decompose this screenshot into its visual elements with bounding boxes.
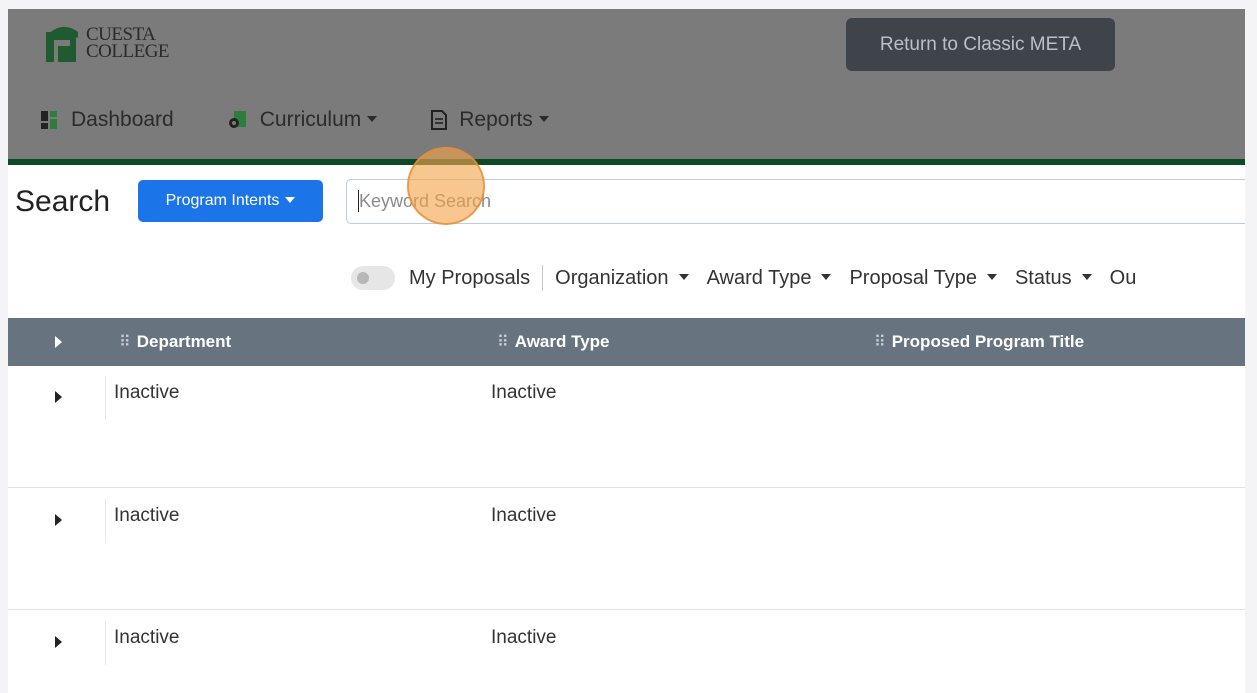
cell-award-type: Inactive <box>491 627 557 648</box>
filter-award-type-label: Award Type <box>706 266 812 289</box>
reports-icon <box>431 110 448 130</box>
search-title: Search <box>15 185 111 218</box>
caret-down-icon <box>821 274 832 280</box>
column-header-department[interactable]: ⠿ Department <box>119 332 231 352</box>
expand-row-icon[interactable] <box>55 514 62 526</box>
nav-reports[interactable]: Reports <box>431 108 549 132</box>
filter-organization-label: Organization <box>555 266 669 289</box>
filter-bar: My Proposals Organization Award Type Pro… <box>351 263 1154 293</box>
expand-row-icon[interactable] <box>55 391 62 403</box>
cuesta-logo-icon <box>44 22 82 64</box>
cell-department: Inactive <box>114 382 180 403</box>
app-window: CUESTA COLLEGE Return to Classic META Da… <box>8 9 1245 693</box>
filter-status[interactable]: Status <box>1015 267 1092 290</box>
filter-divider <box>542 265 544 291</box>
drag-handle-icon[interactable]: ⠿ <box>119 332 131 352</box>
nav-dashboard-label: Dashboard <box>71 108 174 131</box>
dashboard-icon <box>41 111 59 129</box>
nav-dashboard[interactable]: Dashboard <box>41 108 174 132</box>
cell-divider <box>105 376 106 420</box>
keyword-search-input[interactable] <box>346 179 1245 224</box>
expand-all-icon[interactable] <box>55 336 62 348</box>
cell-divider <box>105 499 106 543</box>
filter-status-label: Status <box>1014 266 1072 289</box>
my-proposals-toggle[interactable] <box>351 266 395 290</box>
table-row[interactable]: Inactive Inactive <box>8 488 1245 610</box>
table-row[interactable]: Inactive Inactive <box>8 366 1245 488</box>
drag-handle-icon[interactable]: ⠿ <box>874 332 886 352</box>
column-header-award-type[interactable]: ⠿ Award Type <box>497 332 610 352</box>
header-divider <box>8 159 1245 165</box>
program-intents-label: Program Intents <box>165 192 280 209</box>
my-proposals-label: My Proposals <box>409 266 531 289</box>
column-award-type-label: Award Type <box>514 332 610 351</box>
chevron-down-icon <box>367 116 378 122</box>
caret-down-icon <box>986 274 997 280</box>
filter-truncated[interactable]: Ou <box>1110 267 1137 290</box>
nav-curriculum[interactable]: Curriculum <box>228 108 378 132</box>
nav-curriculum-label: Curriculum <box>259 108 362 131</box>
chevron-down-icon <box>285 197 296 203</box>
cell-award-type: Inactive <box>491 382 557 403</box>
filter-proposal-type[interactable]: Proposal Type <box>849 267 997 290</box>
filter-organization[interactable]: Organization <box>555 266 689 290</box>
logo-text: CUESTA COLLEGE <box>86 25 170 62</box>
column-title-label: Proposed Program Title <box>891 332 1085 351</box>
filter-award-type[interactable]: Award Type <box>707 267 832 290</box>
cell-divider <box>105 621 106 665</box>
nav-reports-label: Reports <box>459 108 533 131</box>
expand-row-icon[interactable] <box>55 636 62 648</box>
chevron-down-icon <box>538 116 549 122</box>
drag-handle-icon[interactable]: ⠿ <box>497 332 509 352</box>
cell-award-type: Inactive <box>491 505 557 526</box>
cell-department: Inactive <box>114 627 180 648</box>
caret-down-icon <box>1081 274 1092 280</box>
filter-truncated-label: Ou <box>1109 266 1137 289</box>
column-header-proposed-program-title[interactable]: ⠿ Proposed Program Title <box>874 332 1084 352</box>
curriculum-icon <box>228 110 248 130</box>
logo-line-2: COLLEGE <box>86 41 170 62</box>
program-intents-dropdown[interactable]: Program Intents <box>138 180 323 222</box>
caret-down-icon <box>678 274 689 280</box>
main-nav: Dashboard Curriculum Reports <box>41 104 603 136</box>
cell-department: Inactive <box>114 505 180 526</box>
college-logo[interactable]: CUESTA COLLEGE <box>44 20 194 66</box>
text-cursor <box>358 190 359 212</box>
return-to-classic-button[interactable]: Return to Classic META <box>846 18 1115 71</box>
table-header: ⠿ Department ⠿ Award Type ⠿ Proposed Pro… <box>8 318 1245 366</box>
column-department-label: Department <box>136 332 232 351</box>
table-row[interactable]: Inactive Inactive <box>8 610 1245 693</box>
filter-proposal-type-label: Proposal Type <box>849 266 977 289</box>
